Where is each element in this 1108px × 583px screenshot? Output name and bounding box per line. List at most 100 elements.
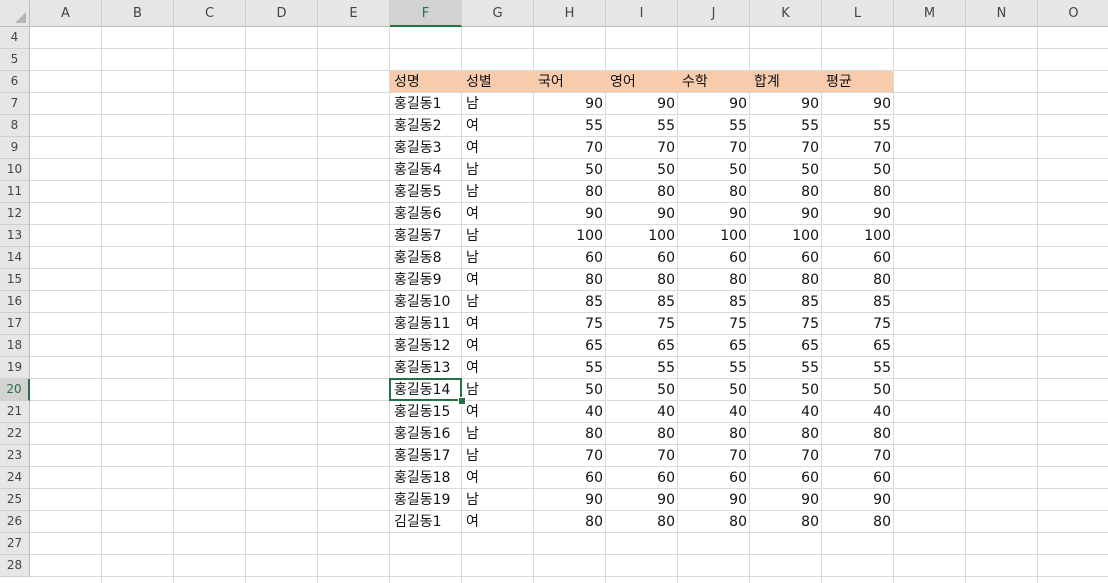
score-cell[interactable]: 40: [606, 401, 678, 423]
gender-cell[interactable]: 남: [462, 247, 534, 269]
score-cell[interactable]: 50: [606, 379, 678, 401]
row-header-11[interactable]: 11: [0, 181, 30, 203]
score-cell[interactable]: 70: [606, 137, 678, 159]
score-cell[interactable]: 55: [678, 115, 750, 137]
score-cell[interactable]: 55: [750, 357, 822, 379]
score-cell[interactable]: 70: [750, 137, 822, 159]
score-cell[interactable]: 40: [750, 401, 822, 423]
score-cell[interactable]: 50: [750, 379, 822, 401]
row-header-19[interactable]: 19: [0, 357, 30, 379]
gender-cell[interactable]: 여: [462, 269, 534, 291]
score-cell[interactable]: 80: [822, 423, 894, 445]
score-cell[interactable]: 65: [822, 335, 894, 357]
score-cell[interactable]: 70: [606, 445, 678, 467]
score-cell[interactable]: 85: [822, 291, 894, 313]
name-cell[interactable]: 홍길동19: [390, 489, 462, 511]
score-cell[interactable]: 75: [822, 313, 894, 335]
name-cell[interactable]: 홍길동6: [390, 203, 462, 225]
table-header-cell[interactable]: 성별: [462, 71, 534, 93]
column-header-c[interactable]: C: [174, 0, 246, 27]
gender-cell[interactable]: 여: [462, 401, 534, 423]
row-header-20[interactable]: 20: [0, 379, 30, 401]
score-cell[interactable]: 60: [678, 247, 750, 269]
score-cell[interactable]: 50: [678, 379, 750, 401]
score-cell[interactable]: 90: [750, 93, 822, 115]
column-header-k[interactable]: K: [750, 0, 822, 27]
gender-cell[interactable]: 여: [462, 467, 534, 489]
name-cell[interactable]: 홍길동5: [390, 181, 462, 203]
gender-cell[interactable]: 여: [462, 115, 534, 137]
column-header-j[interactable]: J: [678, 0, 750, 27]
score-cell[interactable]: 90: [606, 93, 678, 115]
score-cell[interactable]: 55: [822, 115, 894, 137]
name-cell[interactable]: 홍길동7: [390, 225, 462, 247]
score-cell[interactable]: 50: [606, 159, 678, 181]
name-cell[interactable]: 홍길동12: [390, 335, 462, 357]
row-header-4[interactable]: 4: [0, 27, 30, 49]
score-cell[interactable]: 90: [678, 93, 750, 115]
score-cell[interactable]: 100: [534, 225, 606, 247]
score-cell[interactable]: 80: [678, 181, 750, 203]
score-cell[interactable]: 55: [606, 115, 678, 137]
name-cell[interactable]: 홍길동1: [390, 93, 462, 115]
name-cell[interactable]: 홍길동2: [390, 115, 462, 137]
column-header-d[interactable]: D: [246, 0, 318, 27]
column-header-b[interactable]: B: [102, 0, 174, 27]
score-cell[interactable]: 40: [822, 401, 894, 423]
gender-cell[interactable]: 여: [462, 335, 534, 357]
row-header-12[interactable]: 12: [0, 203, 30, 225]
name-cell[interactable]: 홍길동18: [390, 467, 462, 489]
score-cell[interactable]: 55: [606, 357, 678, 379]
gender-cell[interactable]: 여: [462, 137, 534, 159]
gender-cell[interactable]: 남: [462, 159, 534, 181]
row-header-25[interactable]: 25: [0, 489, 30, 511]
table-header-cell[interactable]: 수학: [678, 71, 750, 93]
score-cell[interactable]: 80: [750, 181, 822, 203]
gender-cell[interactable]: 여: [462, 357, 534, 379]
score-cell[interactable]: 90: [534, 203, 606, 225]
score-cell[interactable]: 100: [606, 225, 678, 247]
score-cell[interactable]: 80: [822, 269, 894, 291]
score-cell[interactable]: 90: [822, 93, 894, 115]
score-cell[interactable]: 90: [534, 93, 606, 115]
name-cell[interactable]: 홍길동16: [390, 423, 462, 445]
gender-cell[interactable]: 여: [462, 203, 534, 225]
score-cell[interactable]: 50: [822, 159, 894, 181]
gender-cell[interactable]: 여: [462, 313, 534, 335]
table-header-cell[interactable]: 성명: [390, 71, 462, 93]
select-all-button[interactable]: [0, 0, 30, 27]
score-cell[interactable]: 85: [606, 291, 678, 313]
score-cell[interactable]: 80: [678, 423, 750, 445]
table-header-cell[interactable]: 영어: [606, 71, 678, 93]
score-cell[interactable]: 80: [534, 181, 606, 203]
score-cell[interactable]: 60: [606, 247, 678, 269]
score-cell[interactable]: 90: [750, 489, 822, 511]
name-cell[interactable]: 홍길동4: [390, 159, 462, 181]
score-cell[interactable]: 60: [822, 467, 894, 489]
name-cell[interactable]: 홍길동8: [390, 247, 462, 269]
row-header-7[interactable]: 7: [0, 93, 30, 115]
score-cell[interactable]: 50: [534, 379, 606, 401]
score-cell[interactable]: 90: [534, 489, 606, 511]
score-cell[interactable]: 70: [534, 445, 606, 467]
score-cell[interactable]: 80: [822, 181, 894, 203]
score-cell[interactable]: 65: [750, 335, 822, 357]
row-header-15[interactable]: 15: [0, 269, 30, 291]
gender-cell[interactable]: 남: [462, 379, 534, 401]
gender-cell[interactable]: 남: [462, 225, 534, 247]
score-cell[interactable]: 80: [606, 423, 678, 445]
score-cell[interactable]: 60: [822, 247, 894, 269]
score-cell[interactable]: 90: [678, 489, 750, 511]
column-header-i[interactable]: I: [606, 0, 678, 27]
score-cell[interactable]: 90: [822, 489, 894, 511]
gender-cell[interactable]: 남: [462, 445, 534, 467]
row-header-24[interactable]: 24: [0, 467, 30, 489]
row-header-9[interactable]: 9: [0, 137, 30, 159]
score-cell[interactable]: 90: [606, 203, 678, 225]
row-header-5[interactable]: 5: [0, 49, 30, 71]
score-cell[interactable]: 80: [678, 511, 750, 533]
name-cell[interactable]: 홍길동9: [390, 269, 462, 291]
score-cell[interactable]: 40: [534, 401, 606, 423]
name-cell[interactable]: 홍길동15: [390, 401, 462, 423]
row-header-28[interactable]: 28: [0, 555, 30, 577]
